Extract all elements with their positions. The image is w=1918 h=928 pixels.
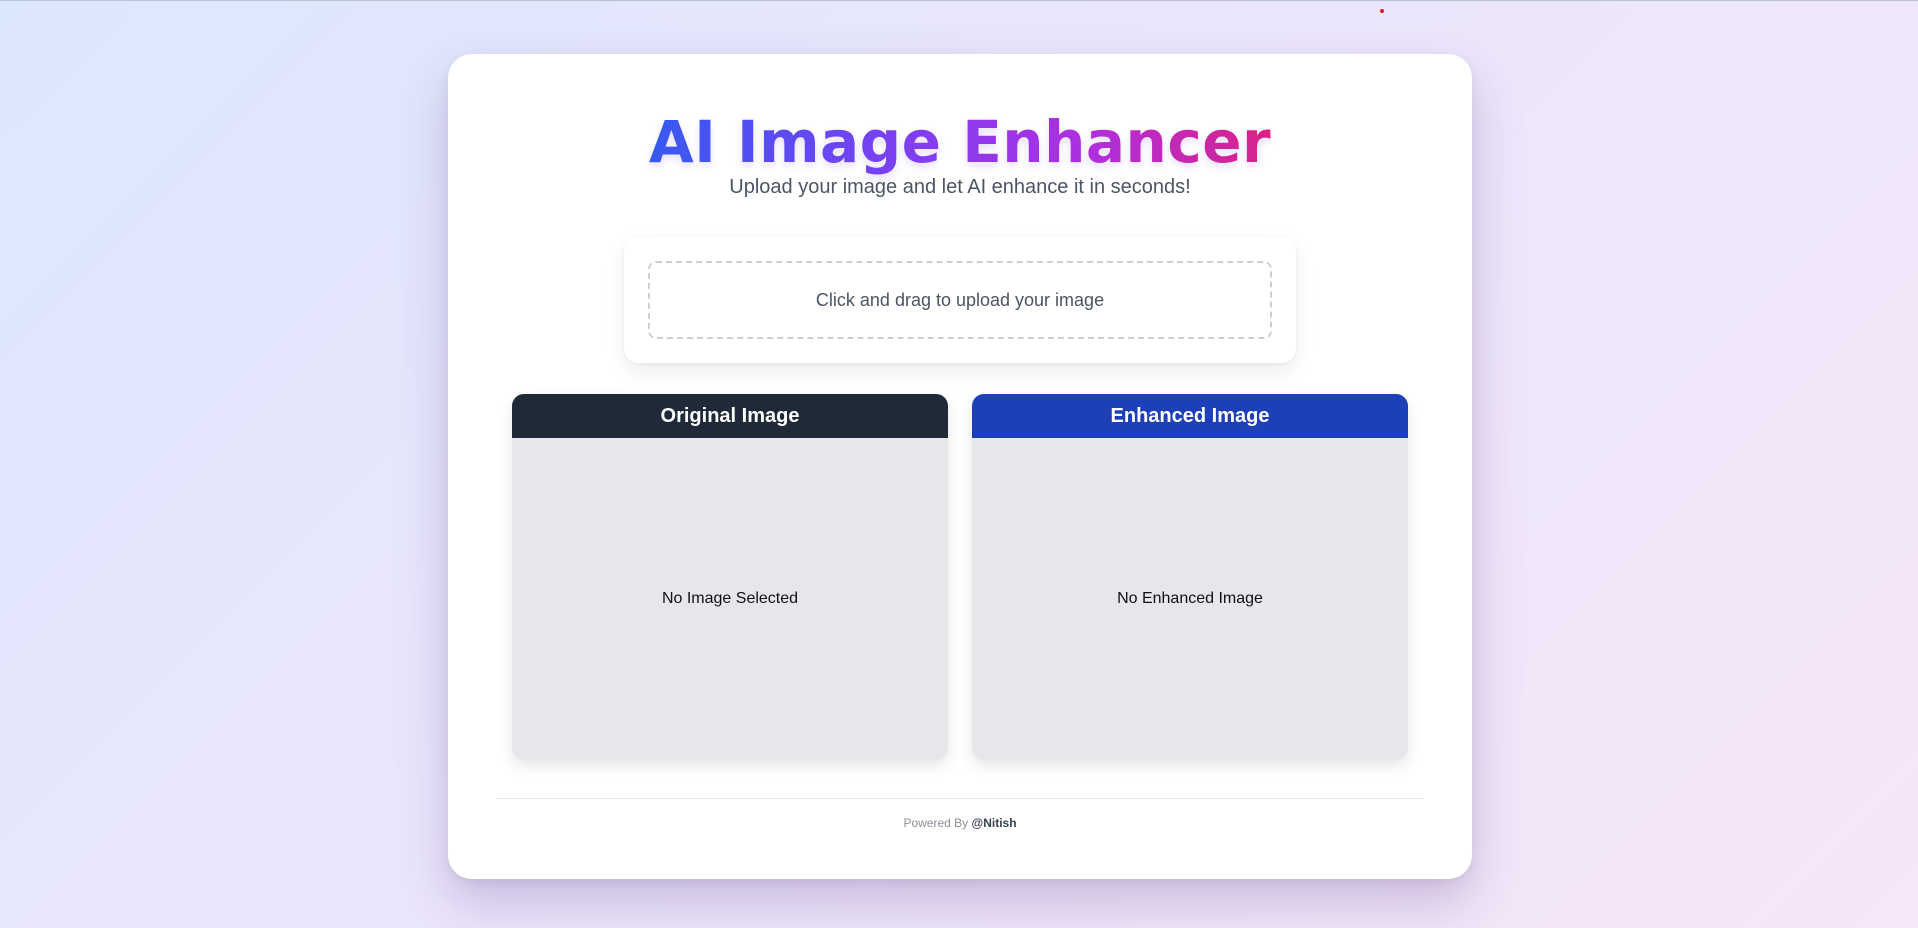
enhanced-image-header: Enhanced Image bbox=[972, 394, 1408, 438]
page-title: AI Image Enhancer bbox=[448, 102, 1472, 182]
original-image-area: No Image Selected bbox=[512, 438, 948, 760]
original-image-header: Original Image bbox=[512, 394, 948, 438]
enhanced-image-placeholder: No Enhanced Image bbox=[1117, 590, 1263, 607]
original-image-placeholder: No Image Selected bbox=[661, 590, 799, 607]
status-dot bbox=[1380, 9, 1384, 13]
footer-divider bbox=[496, 798, 1424, 799]
page-subtitle: Upload your image and let AI enhance it … bbox=[729, 176, 1191, 198]
enhanced-image-panel: Enhanced Image No Enhanced Image bbox=[972, 394, 1408, 760]
footer-prefix: Powered By bbox=[903, 816, 969, 830]
upload-card: Click and drag to upload your image bbox=[624, 237, 1296, 363]
upload-prompt: Click and drag to upload your image bbox=[815, 289, 1105, 310]
footer-author: @Nitish bbox=[971, 816, 1017, 830]
footer: Powered By @Nitish bbox=[448, 816, 1472, 830]
page-title-text: AI Image Enhancer bbox=[648, 108, 1272, 176]
upload-dropzone[interactable]: Click and drag to upload your image bbox=[648, 261, 1272, 339]
original-image-panel: Original Image No Image Selected bbox=[512, 394, 948, 760]
enhanced-image-area: No Enhanced Image bbox=[972, 438, 1408, 760]
main-card: AI Image Enhancer Upload your image and … bbox=[448, 54, 1472, 879]
